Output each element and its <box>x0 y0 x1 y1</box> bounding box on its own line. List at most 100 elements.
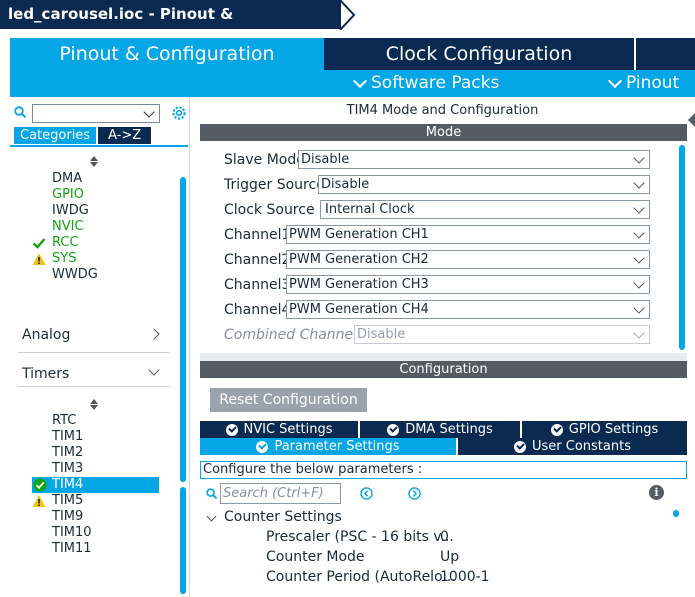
list-item-tim9[interactable]: TIM9 <box>52 509 83 525</box>
pinout-menu[interactable]: Pinout <box>607 70 680 97</box>
tab-nvic-settings-label: NVIC Settings <box>243 422 333 437</box>
param-counter-period-name: Counter Period (AutoRelo... <box>266 569 456 585</box>
list-item-sys[interactable]: SYS <box>52 251 76 267</box>
channel1-select[interactable]: PWM Generation CH1 <box>286 225 650 244</box>
slave-mode-select[interactable]: Disable <box>298 150 650 169</box>
tab-parameter-settings[interactable]: Parameter Settings <box>200 438 456 455</box>
search-icon <box>206 488 217 499</box>
list-item-tim10[interactable]: TIM10 <box>52 525 92 541</box>
next-match-icon[interactable] <box>408 487 421 500</box>
tab-user-constants[interactable]: User Constants <box>458 438 687 455</box>
tab-nvic-settings[interactable]: NVIC Settings <box>200 421 358 438</box>
category-search-row <box>10 102 190 124</box>
category-search-input[interactable] <box>32 104 160 123</box>
channel4-select[interactable]: PWM Generation CH4 <box>286 300 650 319</box>
chevron-right-icon[interactable] <box>148 328 160 340</box>
chevron-down-icon <box>633 327 645 339</box>
chevron-down-icon <box>633 227 645 239</box>
clock-source-select[interactable]: Internal Clock <box>320 200 650 219</box>
category-tabs-underline <box>10 145 188 147</box>
scrollbar[interactable] <box>679 145 685 350</box>
section-divider <box>18 386 170 387</box>
chevron-down-icon <box>633 252 645 264</box>
check-circle-icon <box>33 478 47 492</box>
param-counter-mode-value[interactable]: Up <box>440 549 459 565</box>
tab-overflow[interactable] <box>636 38 695 70</box>
tab-categories[interactable]: Categories <box>14 127 97 144</box>
tab-a-z[interactable]: A->Z <box>98 127 152 144</box>
scrollbar[interactable] <box>673 510 679 517</box>
panel-collapse-icon[interactable] <box>688 113 695 127</box>
channel4-label: Channel4 <box>224 302 291 318</box>
reset-configuration-button[interactable]: Reset Configuration <box>210 388 367 412</box>
breadcrumb-arrow-icon <box>339 0 356 30</box>
sort-up-icon[interactable] <box>90 399 98 404</box>
check-circle-icon <box>514 440 526 453</box>
left-panel: Categories A->Z DMA GPIO IWDG NVIC RCC S… <box>10 97 190 597</box>
scrollbar[interactable] <box>180 177 186 482</box>
list-item-tim3[interactable]: TIM3 <box>52 461 83 477</box>
list-item-wwdg[interactable]: WWDG <box>52 267 98 283</box>
channel2-select[interactable]: PWM Generation CH2 <box>286 250 650 269</box>
software-packs-menu[interactable]: Software Packs <box>352 70 500 97</box>
list-item-tim11[interactable]: TIM11 <box>52 541 92 557</box>
channel2-label: Channel2 <box>224 252 291 268</box>
chevron-down-icon[interactable] <box>206 511 217 522</box>
chevron-down-icon <box>143 106 155 118</box>
tab-gpio-settings-label: GPIO Settings <box>568 422 659 437</box>
list-item-tim2[interactable]: TIM2 <box>52 445 83 461</box>
section-analog[interactable]: Analog <box>22 327 70 343</box>
param-prescaler-value[interactable]: 0 <box>440 529 449 545</box>
scrollbar[interactable] <box>180 487 186 594</box>
list-item-tim1[interactable]: TIM1 <box>52 429 83 445</box>
tab-dma-settings[interactable]: DMA Settings <box>360 421 520 438</box>
param-counter-period-value[interactable]: 1000-1 <box>440 569 490 585</box>
trigger-source-label: Trigger Source <box>224 177 325 193</box>
chevron-down-icon <box>633 152 645 164</box>
chevron-down-icon[interactable] <box>148 364 160 376</box>
channel1-label: Channel1 <box>224 227 291 243</box>
sort-up-icon[interactable] <box>90 156 98 161</box>
mode-header: Mode <box>200 124 687 141</box>
list-item-tim4[interactable]: TIM4 <box>52 477 83 493</box>
channel3-value: PWM Generation CH3 <box>289 277 429 292</box>
list-item-rtc[interactable]: RTC <box>52 413 76 429</box>
list-item-nvic[interactable]: NVIC <box>52 219 84 235</box>
list-item-tim5[interactable]: TIM5 <box>52 493 83 509</box>
channel1-value: PWM Generation CH1 <box>289 227 429 242</box>
list-item-gpio[interactable]: GPIO <box>52 187 84 203</box>
software-packs-label: Software Packs <box>371 73 500 93</box>
settings-tabs-row1: NVIC Settings DMA Settings GPIO Settings <box>200 421 687 438</box>
sort-down-icon[interactable] <box>90 162 98 167</box>
check-circle-icon <box>225 423 238 436</box>
channel3-select[interactable]: PWM Generation CH3 <box>286 275 650 294</box>
param-prescaler-name: Prescaler (PSC - 16 bits v... <box>266 529 454 545</box>
trigger-source-value: Disable <box>321 177 370 192</box>
trigger-source-select[interactable]: Disable <box>318 175 650 194</box>
pinout-label: Pinout <box>626 73 680 93</box>
sort-down-icon[interactable] <box>90 405 98 410</box>
tab-gpio-settings[interactable]: GPIO Settings <box>522 421 687 438</box>
parameter-search-input[interactable]: Search (Ctrl+F) <box>220 483 341 504</box>
list-item-rcc[interactable]: RCC <box>52 235 79 251</box>
title-bar: led_carousel.ioc - Pinout & Configuratio… <box>0 0 695 52</box>
configure-instructions: Configure the below parameters : <box>200 461 687 479</box>
tab-user-constants-label: User Constants <box>532 439 631 454</box>
section-divider <box>18 352 170 353</box>
category-tabs: Categories A->Z <box>14 127 152 144</box>
info-icon[interactable]: i <box>649 485 664 500</box>
tab-dma-settings-label: DMA Settings <box>405 422 493 437</box>
chevron-down-icon <box>352 73 368 88</box>
channel4-value: PWM Generation CH4 <box>289 302 429 317</box>
warning-icon <box>32 495 46 507</box>
list-item-dma[interactable]: DMA <box>52 171 82 187</box>
split-divider[interactable] <box>200 353 687 361</box>
list-item-iwdg[interactable]: IWDG <box>52 203 89 219</box>
tab-clock-configuration[interactable]: Clock Configuration <box>324 38 636 70</box>
previous-match-icon[interactable] <box>360 487 373 500</box>
combined-channels-select: Disable <box>354 325 650 344</box>
section-timers[interactable]: Timers <box>22 366 69 382</box>
counter-settings-group[interactable]: Counter Settings <box>224 509 342 525</box>
gear-icon[interactable] <box>170 104 188 122</box>
tab-pinout-configuration[interactable]: Pinout & Configuration <box>10 38 324 70</box>
